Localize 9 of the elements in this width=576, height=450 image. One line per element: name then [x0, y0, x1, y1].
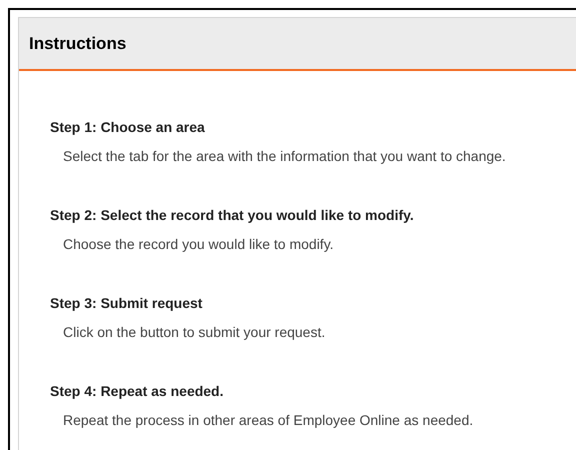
step-title: Step 1: Choose an area [50, 118, 206, 137]
step-description: Choose the record you would like to modify. [62, 235, 335, 254]
step-description: Select the tab for the area with the information that you want to change. [62, 147, 507, 166]
step-description: Repeat the process in other areas of Employee Online as needed. [62, 411, 474, 430]
step-title: Step 4: Repeat as needed. [50, 382, 225, 401]
panel-title: Instructions [29, 32, 126, 55]
step-title: Step 2: Select the record that you would like to modify. [50, 206, 415, 225]
step-title: Step 3: Submit request [50, 294, 204, 313]
step-description: Click on the button to submit your request. [62, 323, 326, 342]
